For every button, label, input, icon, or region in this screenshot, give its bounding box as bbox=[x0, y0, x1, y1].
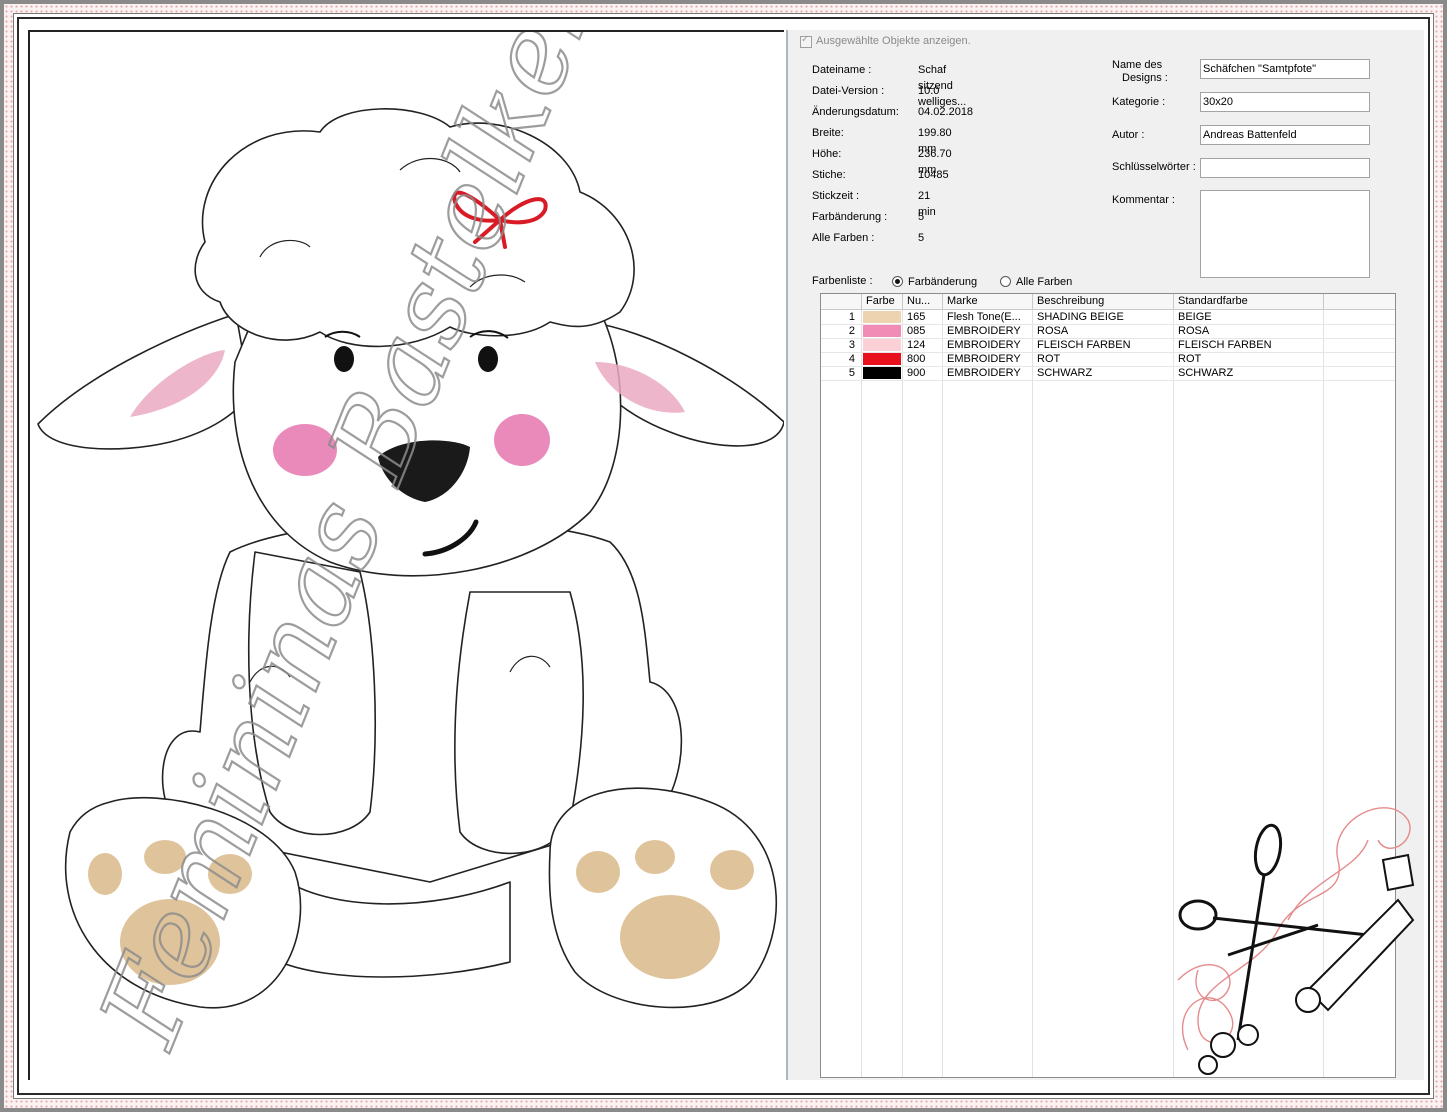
category-label: Kategorie : bbox=[1112, 96, 1166, 108]
info-row: Alle Farben : 5 bbox=[812, 230, 924, 246]
info-value: 10.0 bbox=[918, 85, 940, 97]
left-ear bbox=[37, 313, 251, 450]
cell-number: 124 bbox=[907, 339, 926, 351]
show-selected-checkbox[interactable] bbox=[800, 34, 812, 48]
table-row[interactable]: 1 165 Flesh Tone(E... SHADING BEIGE BEIGE bbox=[821, 310, 1395, 325]
info-label: Änderungsdatum: bbox=[812, 106, 899, 118]
cell-description: ROT bbox=[1037, 353, 1061, 365]
info-label: Alle Farben : bbox=[812, 232, 875, 244]
design-preview[interactable]: Femininas Bastelkellerei bbox=[28, 30, 784, 1080]
header-index[interactable] bbox=[821, 294, 862, 309]
radio-all-colors-label: Alle Farben bbox=[1016, 276, 1073, 288]
cell-brand: Flesh Tone(E... bbox=[947, 311, 1021, 323]
color-swatch bbox=[863, 367, 901, 379]
cell-brand: EMBROIDERY bbox=[947, 353, 1021, 365]
info-row: Stiche: 10485 bbox=[812, 167, 949, 183]
comment-label: Kommentar : bbox=[1112, 194, 1175, 206]
header-standardfarbe[interactable]: Standardfarbe bbox=[1174, 294, 1324, 309]
cell-number: 900 bbox=[907, 367, 926, 379]
properties-panel: Ausgewählte Objekte anzeigen. Dateiname … bbox=[786, 30, 1424, 1080]
keywords-label: Schlüsselwörter : bbox=[1112, 161, 1196, 173]
info-value: 5 bbox=[918, 211, 925, 223]
info-label: Dateiname : bbox=[812, 64, 872, 76]
color-swatch bbox=[863, 353, 901, 365]
info-label: Breite: bbox=[812, 127, 844, 139]
radio-all-colors[interactable] bbox=[1000, 276, 1011, 287]
color-swatch bbox=[863, 325, 901, 337]
cell-description: ROSA bbox=[1037, 325, 1069, 337]
author-label: Autor : bbox=[1112, 129, 1145, 141]
keywords-field[interactable] bbox=[1200, 158, 1370, 178]
info-value: 04.02.2018 bbox=[918, 106, 974, 118]
right-cheek bbox=[494, 414, 550, 466]
info-row: Breite: 199.80 mm bbox=[812, 125, 952, 155]
info-value: 10485 bbox=[918, 169, 949, 181]
info-label: Stickzeit : bbox=[812, 190, 860, 202]
info-row: Höhe: 236.70 mm bbox=[812, 146, 952, 176]
cell-standard: SCHWARZ bbox=[1178, 367, 1234, 379]
cell-standard: FLEISCH FARBEN bbox=[1178, 339, 1272, 351]
header-farbe[interactable]: Farbe bbox=[862, 294, 903, 309]
cell-index: 2 bbox=[848, 325, 855, 337]
info-row: Stickzeit :21 min bbox=[812, 188, 936, 218]
table-row[interactable]: 4 800 EMBROIDERY ROT ROT bbox=[821, 352, 1395, 367]
cell-number: 800 bbox=[907, 353, 926, 365]
header-beschreibung[interactable]: Beschreibung bbox=[1033, 294, 1174, 309]
cell-brand: EMBROIDERY bbox=[947, 339, 1021, 351]
cell-number: 165 bbox=[907, 311, 926, 323]
design-name-field[interactable]: Schäfchen "Samtpfote" bbox=[1200, 59, 1370, 79]
color-swatch bbox=[863, 339, 901, 351]
info-row: Farbänderung : 5 bbox=[812, 209, 924, 225]
cell-description: SCHWARZ bbox=[1037, 367, 1093, 379]
colorlist-label: Farbenliste : bbox=[812, 275, 873, 287]
table-header: Farbe Nu... Marke Beschreibung Standardf… bbox=[821, 294, 1395, 310]
author-field[interactable]: Andreas Battenfeld bbox=[1200, 125, 1370, 145]
sewing-scissors-tape-logo bbox=[1177, 807, 1415, 1075]
cell-standard: BEIGE bbox=[1178, 311, 1212, 323]
cell-standard: ROT bbox=[1178, 353, 1202, 365]
info-row: Dateiname : Schaf sitzend welliges... bbox=[812, 62, 966, 108]
cell-brand: EMBROIDERY bbox=[947, 367, 1021, 379]
sheep-embroidery-preview: Femininas Bastelkellerei bbox=[37, 32, 784, 1065]
cell-brand: EMBROIDERY bbox=[947, 325, 1021, 337]
info-label: Datei-Version : bbox=[812, 85, 885, 97]
cell-index: 1 bbox=[848, 311, 855, 323]
info-label: Farbänderung : bbox=[812, 211, 888, 223]
radio-color-change-label: Farbänderung bbox=[908, 276, 978, 288]
design-name-label: Name des Designs : bbox=[1112, 59, 1168, 84]
radio-color-change[interactable] bbox=[892, 276, 903, 287]
cell-description: FLEISCH FARBEN bbox=[1037, 339, 1131, 351]
cell-index: 5 bbox=[848, 367, 855, 379]
header-marke[interactable]: Marke bbox=[943, 294, 1033, 309]
info-value: 5 bbox=[918, 232, 925, 244]
show-selected-label: Ausgewählte Objekte anzeigen. bbox=[816, 35, 971, 47]
table-row[interactable]: 2 085 EMBROIDERY ROSA ROSA bbox=[821, 324, 1395, 339]
info-row: Änderungsdatum: 04.02.2018 bbox=[812, 104, 973, 120]
table-row[interactable]: 3 124 EMBROIDERY FLEISCH FARBEN FLEISCH FARB… bbox=[821, 338, 1395, 353]
cell-index: 4 bbox=[848, 353, 855, 365]
cell-standard: ROSA bbox=[1178, 325, 1210, 337]
info-label: Stiche: bbox=[812, 169, 846, 181]
header-nummer[interactable]: Nu... bbox=[903, 294, 943, 309]
cell-index: 3 bbox=[848, 339, 855, 351]
comment-field[interactable] bbox=[1200, 190, 1370, 278]
info-row: Datei-Version : 10.0 bbox=[812, 83, 939, 99]
table-row[interactable]: 5 900 EMBROIDERY SCHWARZ SCHWARZ bbox=[821, 366, 1395, 381]
color-swatch bbox=[863, 311, 901, 323]
category-field[interactable]: 30x20 bbox=[1200, 92, 1370, 112]
cell-description: SHADING BEIGE bbox=[1037, 311, 1124, 323]
legs bbox=[279, 876, 511, 978]
info-label: Höhe: bbox=[812, 148, 842, 160]
cell-number: 085 bbox=[907, 325, 926, 337]
